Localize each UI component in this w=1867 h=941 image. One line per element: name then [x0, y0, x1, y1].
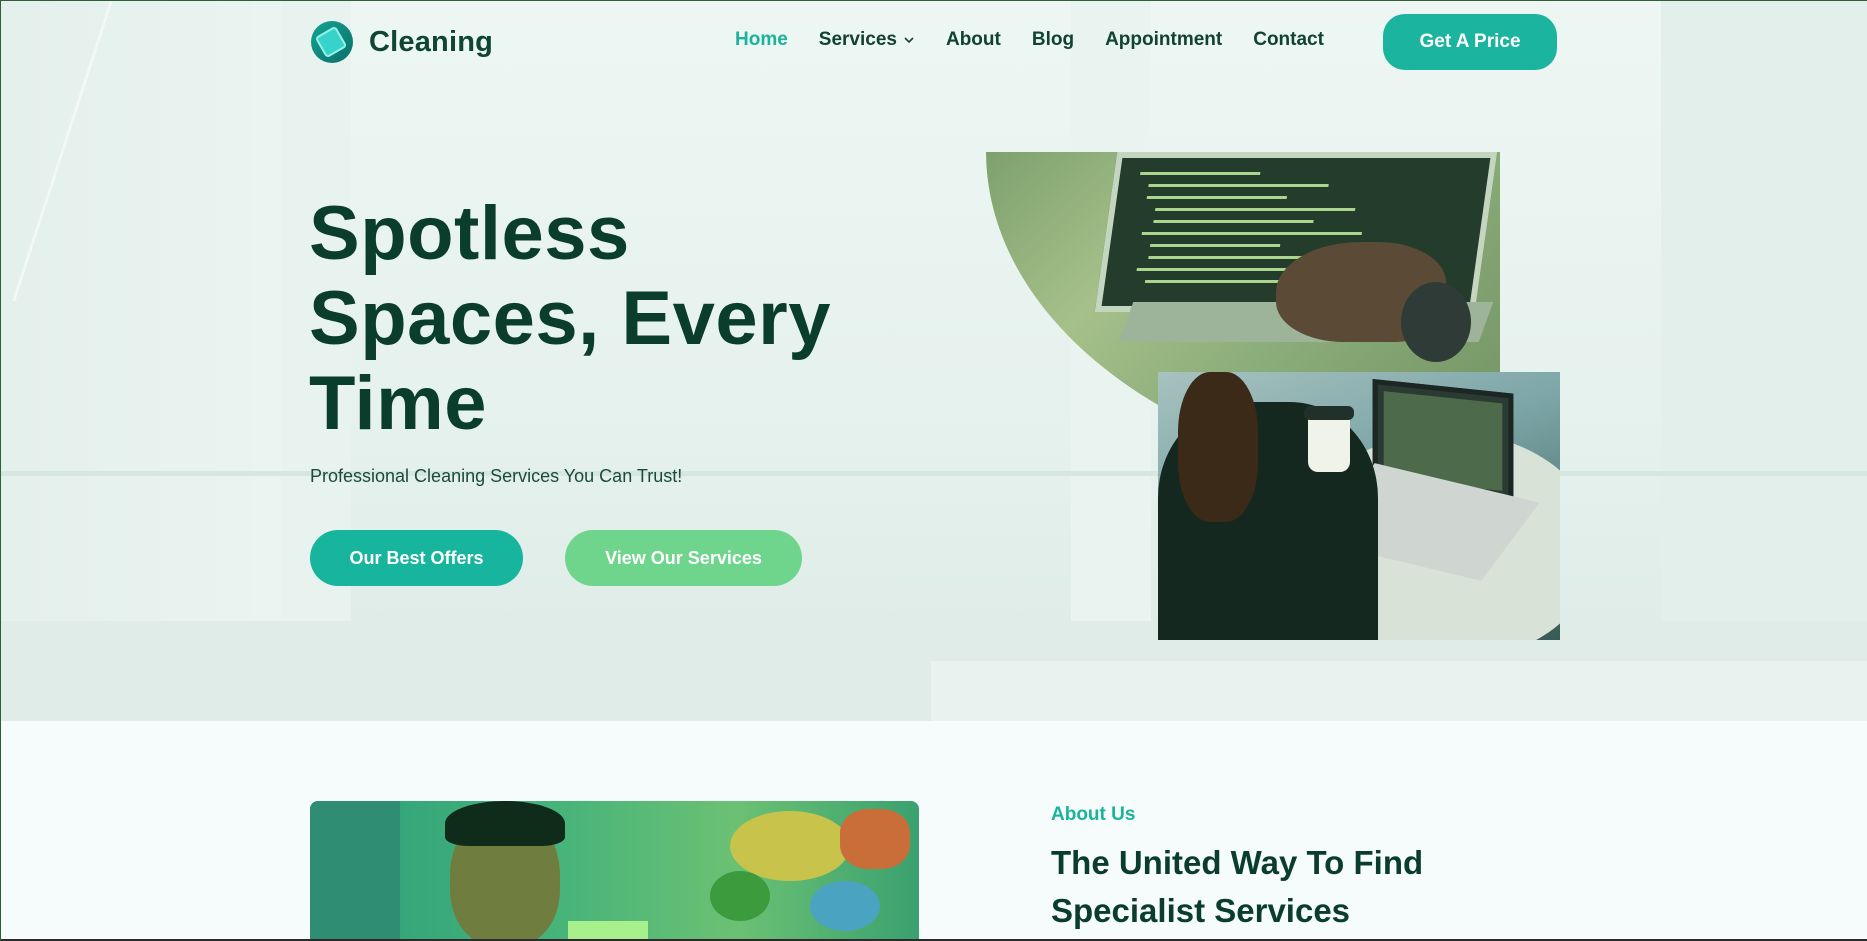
- nav-item-home[interactable]: Home: [735, 29, 788, 51]
- about-kicker: About Us: [1051, 804, 1136, 825]
- about-section: About Us The United Way To Find Speciali…: [1, 721, 1867, 941]
- nav-item-label: Appointment: [1105, 29, 1223, 50]
- our-best-offers-button[interactable]: Our Best Offers: [310, 530, 523, 586]
- hero-subtitle: Professional Cleaning Services You Can T…: [310, 466, 683, 486]
- about-title-line: The United Way To Find: [1051, 844, 1424, 881]
- bucket-logo-icon: [311, 21, 353, 63]
- hero-background: [1661, 1, 1867, 721]
- view-our-services-button[interactable]: View Our Services: [565, 530, 802, 586]
- about-title: The United Way To Find Specialist Servic…: [1051, 839, 1531, 935]
- hero-background: [931, 661, 1867, 721]
- nav-item-label: Blog: [1031, 29, 1075, 50]
- brand-logo-link[interactable]: Cleaning: [311, 21, 493, 63]
- hero-title-line: Spaces, Every: [309, 276, 831, 361]
- hero-section: Cleaning Home Services About Blog Appoin…: [1, 1, 1867, 721]
- nav-item-label: About: [945, 29, 1001, 50]
- nav-item-label: Services: [818, 29, 897, 50]
- about-image: [310, 801, 919, 941]
- main-nav: Home Services About Blog Appointment Con…: [735, 29, 1324, 51]
- hero-title: Spotless Spaces, Every Time: [309, 191, 869, 446]
- about-title-line: Specialist Services: [1051, 892, 1351, 929]
- nav-item-services[interactable]: Services: [819, 29, 915, 51]
- hero-background: [1, 471, 1867, 476]
- get-a-price-button[interactable]: Get A Price: [1383, 14, 1557, 70]
- nav-item-contact[interactable]: Contact: [1253, 29, 1324, 51]
- nav-item-about[interactable]: About: [946, 29, 1001, 51]
- nav-item-blog[interactable]: Blog: [1032, 29, 1074, 51]
- hero-background: [1, 1, 281, 721]
- hero-image-woman-laptop: [1158, 372, 1560, 640]
- nav-item-label: Home: [735, 29, 788, 50]
- brand-name: Cleaning: [369, 25, 494, 58]
- nav-item-label: Contact: [1253, 29, 1324, 50]
- hero-title-line: Spotless: [309, 191, 630, 276]
- hero-title-line: Time: [309, 361, 488, 446]
- nav-item-appointment[interactable]: Appointment: [1105, 29, 1222, 51]
- chevron-down-icon: [904, 37, 914, 44]
